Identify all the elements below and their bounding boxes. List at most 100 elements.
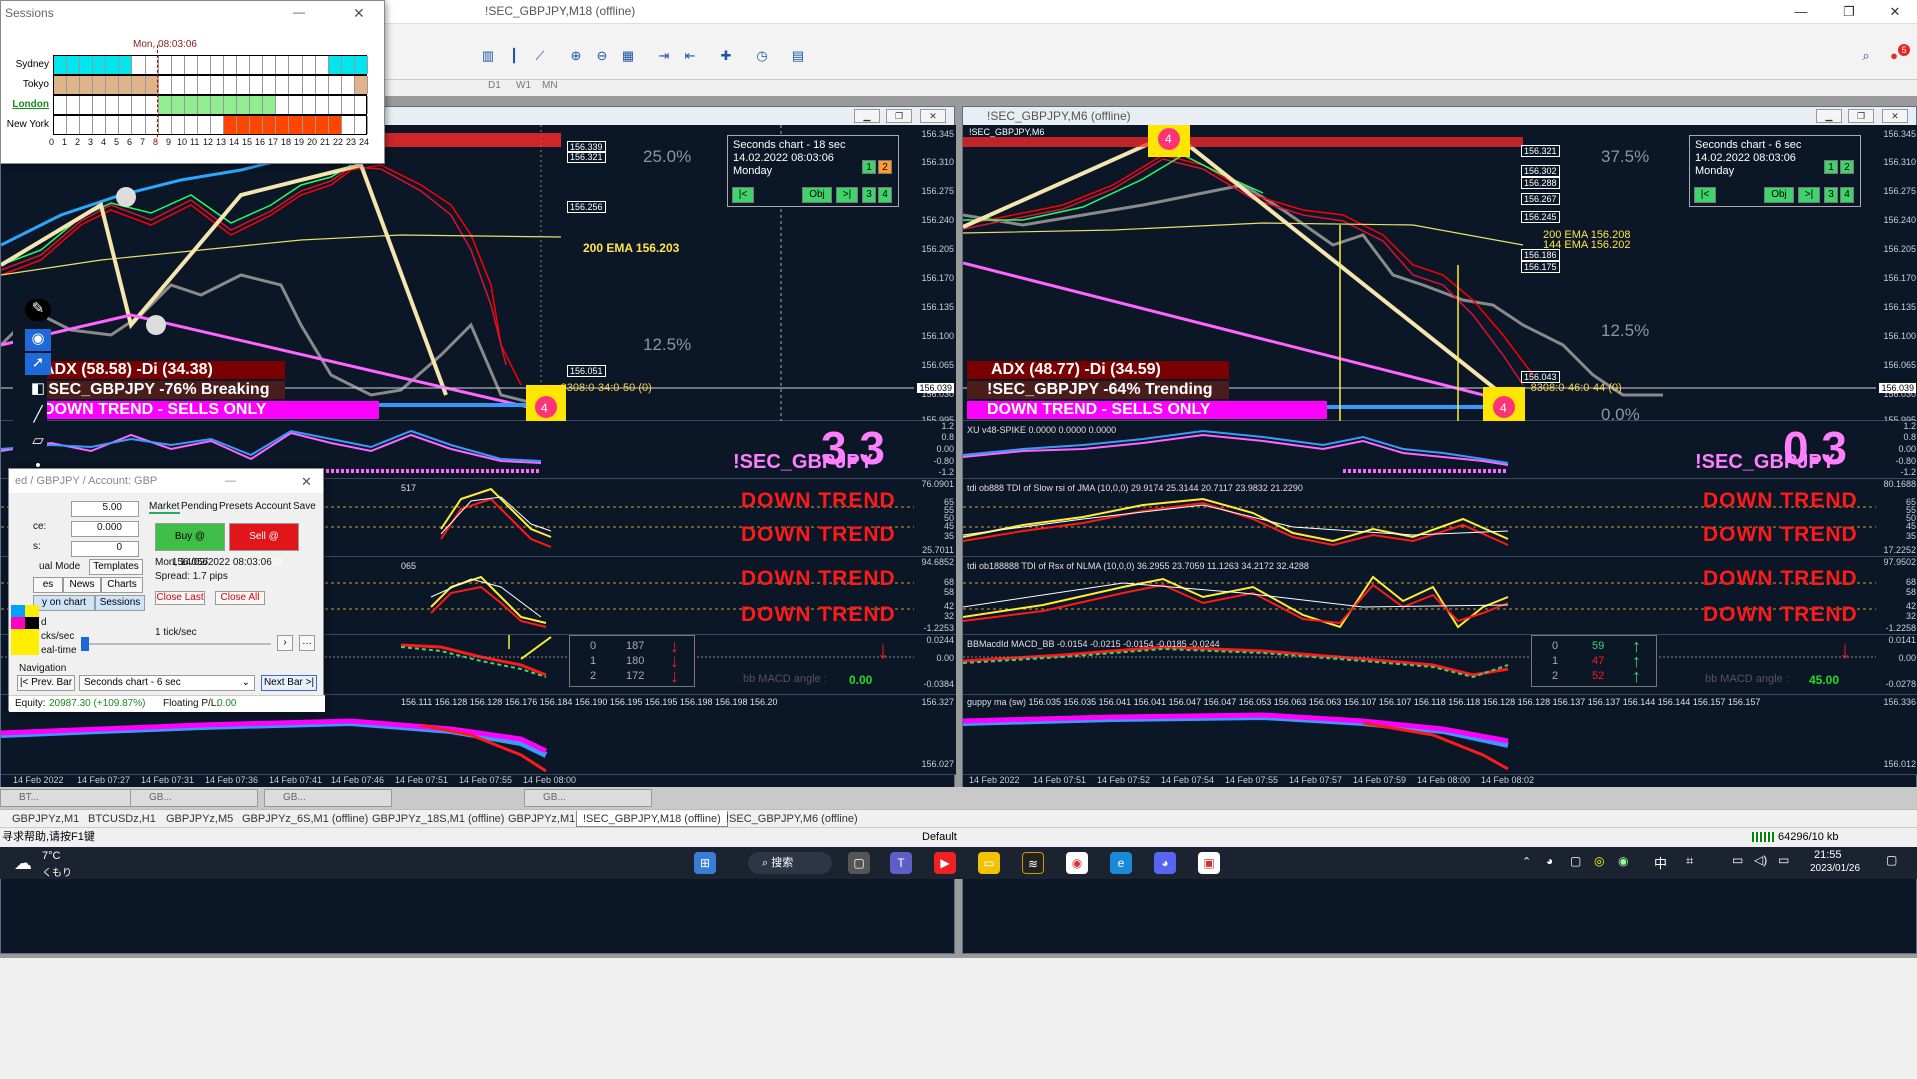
left-restore-button[interactable]: ❐: [886, 109, 912, 123]
keyboard-icon[interactable]: ⌗: [1686, 853, 1693, 869]
battery-icon[interactable]: ▭: [1778, 853, 1789, 867]
slippage-input[interactable]: 0: [71, 541, 139, 557]
left-info-back-button[interactable]: |<: [732, 187, 754, 203]
speed-slider-thumb[interactable]: [81, 637, 89, 651]
tab-presets[interactable]: Presets: [219, 501, 253, 512]
on-chart-button[interactable]: y on chart: [33, 595, 95, 611]
chart-tab-1[interactable]: GBPJPYz,M1: [6, 811, 85, 827]
sessions-minimize-button[interactable]: —: [293, 5, 305, 19]
left-info-num-3[interactable]: 3: [862, 187, 876, 203]
eye-icon[interactable]: ◉: [25, 329, 51, 351]
line-tool-icon[interactable]: ╱: [25, 405, 51, 427]
tf-mn[interactable]: MN: [542, 80, 558, 91]
cursor-icon[interactable]: ➚: [25, 353, 51, 375]
ime-indicator[interactable]: 中: [1654, 853, 1667, 872]
task-view-icon[interactable]: ▢: [848, 852, 870, 874]
close-all-button[interactable]: Close All: [215, 591, 265, 605]
sessions-close-button[interactable]: ✕: [353, 5, 365, 22]
taskbar-search[interactable]: ⌕ 搜索: [748, 852, 832, 874]
speed-more-button[interactable]: …: [299, 635, 315, 651]
buy-button[interactable]: Buy @ 156.056: [155, 523, 225, 568]
left-minimize-button[interactable]: ▁: [854, 109, 880, 123]
periods-icon[interactable]: ◷: [752, 46, 772, 66]
right-restore-button[interactable]: ❐: [1848, 109, 1874, 123]
trade-minimize-button[interactable]: —: [225, 475, 236, 487]
tab-market[interactable]: Market: [149, 501, 180, 514]
chart-tab-2[interactable]: BTCUSDz,H1: [82, 811, 162, 827]
tray-nvidia-icon[interactable]: ◎: [1594, 854, 1604, 868]
minimize-button[interactable]: —: [1778, 2, 1824, 22]
sell-button[interactable]: Sell @ 156.039: [229, 523, 299, 568]
left-info-num-2[interactable]: 2: [878, 160, 892, 174]
right-info-num-3[interactable]: 3: [1824, 187, 1838, 203]
right-info-back-button[interactable]: |<: [1694, 187, 1716, 203]
tray-chevron-icon[interactable]: ⌃: [1522, 855, 1531, 868]
tab-pending[interactable]: Pending: [181, 501, 218, 512]
tray-app2-icon[interactable]: ◉: [1618, 854, 1628, 868]
chart-tab-6[interactable]: GBPJPYz,M1: [502, 811, 581, 827]
tab-save[interactable]: Save: [293, 501, 316, 512]
chart-shift-icon[interactable]: ⇤: [680, 46, 700, 66]
right-info-num-4[interactable]: 4: [1840, 187, 1854, 203]
right-info-num-2[interactable]: 2: [1840, 160, 1854, 174]
bar-chart-icon[interactable]: ▥: [478, 46, 498, 66]
tf-d1[interactable]: D1: [488, 80, 501, 91]
pen-icon[interactable]: ✎: [25, 299, 51, 321]
charts-button[interactable]: Charts: [101, 577, 143, 593]
mdi-tab-4[interactable]: GB...: [524, 789, 652, 807]
volume-icon[interactable]: ◁): [1754, 853, 1767, 867]
left-main-pane[interactable]: 4 156.345 156.310 156.275 156.240 156.205 156…: [1, 125, 956, 425]
close-button[interactable]: ✕: [1872, 2, 1917, 22]
zoom-in-icon[interactable]: ⊕: [566, 46, 586, 66]
chrome-icon[interactable]: ◉: [1066, 852, 1088, 874]
tray-discord-icon[interactable]: ◕: [1546, 854, 1553, 868]
indicators-icon[interactable]: ✚: [716, 46, 736, 66]
teams-icon[interactable]: T: [890, 852, 912, 874]
chart-tab-5[interactable]: GBPJPYz_18S,M1 (offline): [366, 811, 510, 827]
chart-select[interactable]: Seconds chart - 6 sec ⌄: [79, 675, 255, 691]
discord-icon[interactable]: ◕: [1154, 852, 1176, 874]
manual-mode-label[interactable]: ual Mode: [39, 561, 80, 572]
next-bar-button[interactable]: Next Bar >|: [261, 675, 317, 691]
tf-w1[interactable]: W1: [516, 80, 531, 91]
chart-tab-7[interactable]: !SEC_GBPJPY,M18 (offline): [576, 811, 728, 827]
news-button[interactable]: News: [63, 577, 101, 593]
templates-button[interactable]: Templates: [89, 559, 143, 575]
ruler-icon[interactable]: ▱: [25, 431, 51, 453]
tile-windows-icon[interactable]: ▦: [618, 46, 638, 66]
sessions-window[interactable]: Sessions ✕ — Mon, 08:03:06 Sydney Tokyo …: [0, 0, 385, 164]
restore-button[interactable]: ❐: [1826, 2, 1872, 22]
clock-date[interactable]: 2023/01/26: [1810, 863, 1860, 874]
tab-account[interactable]: Account: [255, 501, 291, 512]
edge-icon[interactable]: e: [1110, 852, 1132, 874]
mdi-tab-1[interactable]: BT...: [0, 789, 136, 807]
es-button[interactable]: es: [33, 577, 63, 593]
chart-tab-3[interactable]: GBPJPYz,M5: [160, 811, 239, 827]
close-last-button[interactable]: Close Last: [155, 591, 205, 605]
sessions-button[interactable]: Sessions: [95, 595, 145, 611]
notification-center-icon[interactable]: ▢: [1886, 853, 1897, 867]
left-info-num-1[interactable]: 1: [862, 160, 876, 174]
folder-icon[interactable]: ▭: [978, 852, 1000, 874]
speed-next-button[interactable]: ›: [277, 635, 293, 651]
zoom-out-icon[interactable]: ⊖: [592, 46, 612, 66]
eraser-icon[interactable]: ◧: [25, 379, 51, 401]
autoscroll-icon[interactable]: ⇥: [654, 46, 674, 66]
network-icon[interactable]: ▭: [1732, 853, 1743, 867]
right-info-num-1[interactable]: 1: [1824, 160, 1838, 174]
app-icon[interactable]: ▣: [1198, 852, 1220, 874]
mdi-tab-3[interactable]: GB...: [264, 789, 392, 807]
clock-time[interactable]: 21:55: [1814, 849, 1842, 861]
left-info-fwd-button[interactable]: >|: [836, 187, 858, 203]
speed-slider-track[interactable]: [81, 643, 271, 645]
search-icon[interactable]: ⌕: [1856, 46, 1876, 66]
windows-start-icon[interactable]: ⊞: [694, 852, 716, 874]
mt4-icon[interactable]: ≋: [1022, 852, 1044, 874]
candle-chart-icon[interactable]: ┃: [504, 46, 524, 66]
right-minimize-button[interactable]: ▁: [1816, 109, 1842, 123]
right-info-obj-button[interactable]: Obj: [1764, 187, 1794, 203]
lots-input[interactable]: 5.00: [71, 501, 139, 517]
chart-tab-8[interactable]: !SEC_GBPJPY,M6 (offline): [720, 811, 864, 827]
left-close-button[interactable]: ✕: [920, 109, 946, 123]
price-input[interactable]: 0.000: [71, 521, 139, 537]
